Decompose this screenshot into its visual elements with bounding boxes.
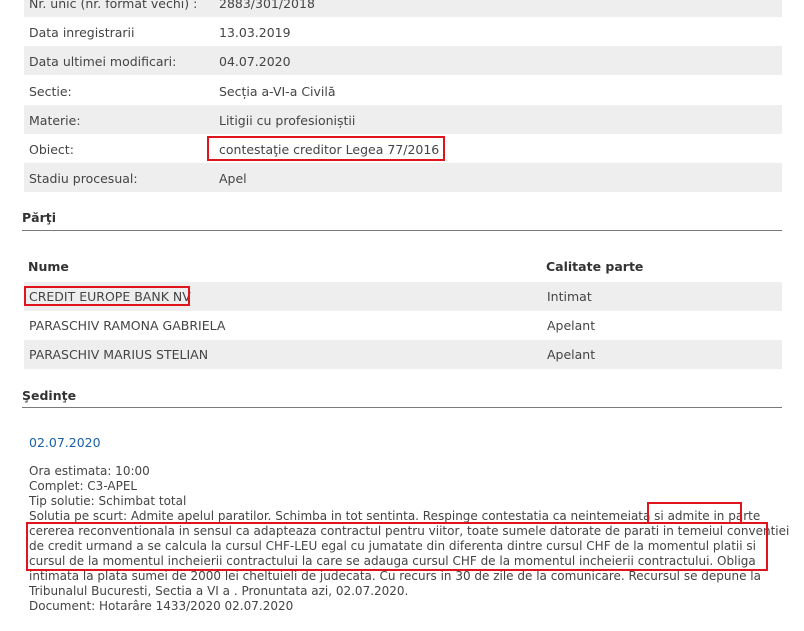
value-data-modificari: 04.07.2020 <box>219 54 291 69</box>
highlight-box-obiect <box>207 136 445 161</box>
sedinta-complet: Complet: C3-APEL <box>29 479 138 493</box>
sedinta-date-link[interactable]: 02.07.2020 <box>29 435 101 450</box>
value-nr-unic: 2883/301/2018 <box>219 0 315 11</box>
party-role: Apelant <box>547 347 596 362</box>
highlight-box-party <box>24 286 190 306</box>
label-materie: Materie: <box>29 113 81 128</box>
party-role: Apelant <box>547 318 596 333</box>
label-sectie: Sectie: <box>29 84 72 99</box>
section-divider <box>22 230 782 231</box>
section-title-parti: Părţi <box>22 210 57 225</box>
party-name[interactable]: PARASCHIV MARIUS STELIAN <box>29 347 208 362</box>
label-obiect: Obiect: <box>29 142 74 157</box>
sedinta-document[interactable]: Document: Hotarâre 1433/2020 02.07.2020 <box>29 599 293 614</box>
column-header-calitate: Calitate parte <box>546 259 644 274</box>
label-stadiu: Stadiu procesual: <box>29 171 138 186</box>
column-header-nume: Nume <box>28 259 69 274</box>
label-nr-unic: Nr. unic (nr. format vechi) : <box>29 0 198 11</box>
value-sectie: Secția a-VI-a Civilă <box>219 84 336 99</box>
solutie-line: Tribunalul Bucuresti, Sectia a VI a . Pr… <box>29 584 409 598</box>
label-data-inregistrarii: Data inregistrarii <box>29 25 135 40</box>
value-data-inregistrarii: 13.03.2019 <box>219 25 291 40</box>
sedinta-ora: Ora estimata: 10:00 <box>29 464 150 478</box>
detail-row-stripe <box>24 105 782 134</box>
section-divider <box>22 407 782 408</box>
value-materie: Litigii cu profesioniștii <box>219 113 356 128</box>
highlight-box-solutie <box>26 522 768 571</box>
party-role: Intimat <box>547 289 592 304</box>
value-stadiu: Apel <box>219 171 247 186</box>
section-title-sedinte: Şedinţe <box>22 388 77 403</box>
highlight-box-admite <box>647 502 742 524</box>
sedinta-tip-solutie: Tip solutie: Schimbat total <box>29 494 187 508</box>
party-name[interactable]: PARASCHIV RAMONA GABRIELA <box>29 318 225 333</box>
label-data-modificari: Data ultimei modificari: <box>29 54 177 69</box>
solutie-line: intimata la plata sumei de 2000 lei chel… <box>29 569 761 583</box>
detail-row-stripe <box>24 163 782 192</box>
